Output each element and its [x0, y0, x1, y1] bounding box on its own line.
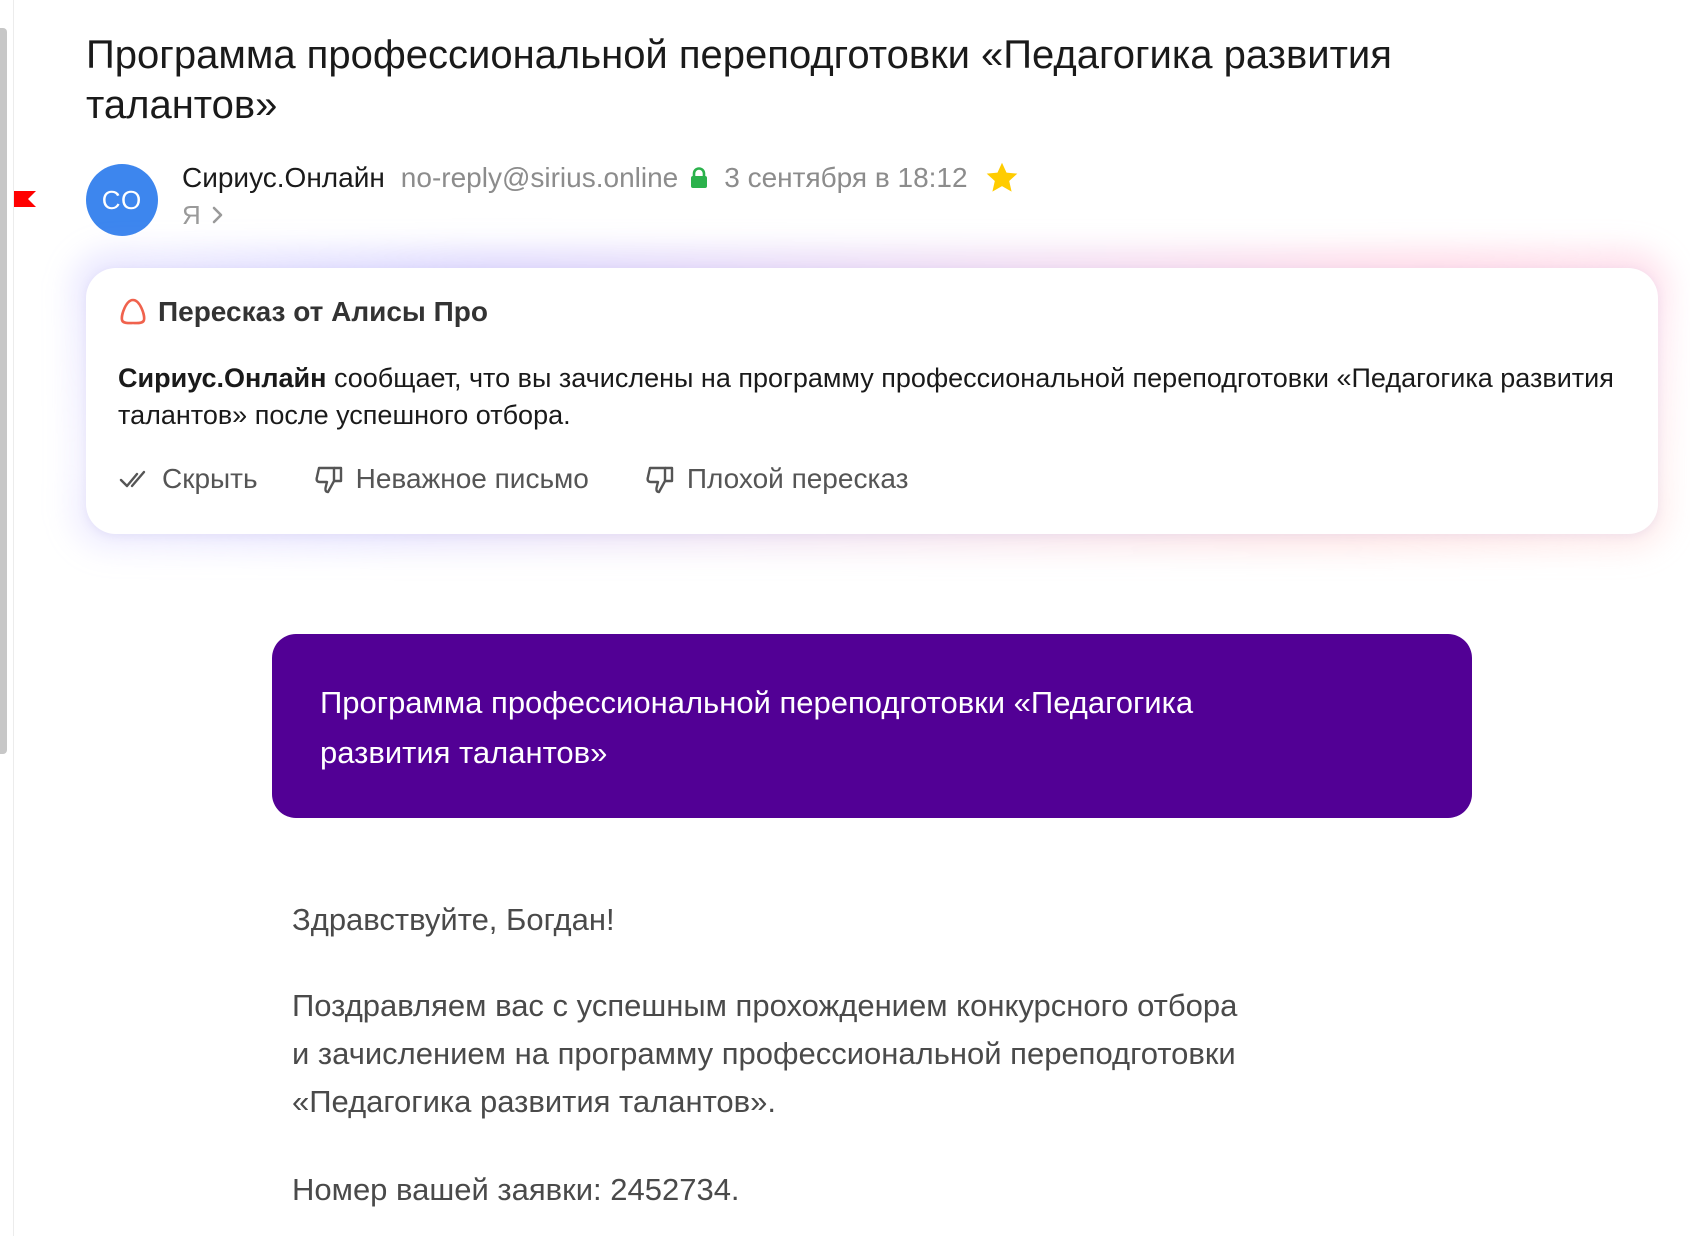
- summary-text: Сириус.Онлайн сообщает, что вы зачислены…: [118, 360, 1618, 434]
- banner-title: Программа профессиональной переподготовк…: [320, 685, 1194, 770]
- alice-icon: [120, 298, 146, 325]
- recipient[interactable]: Я: [182, 200, 201, 231]
- sender-email[interactable]: no-reply@sirius.online: [401, 162, 678, 194]
- congrats-paragraph: Поздравляем вас с успешным прохождением …: [292, 982, 1292, 1126]
- avatar[interactable]: СО: [86, 164, 158, 236]
- lock-icon: [691, 167, 708, 188]
- alice-summary-card: Пересказ от Алисы Про Сириус.Онлайн сооб…: [86, 268, 1658, 534]
- summary-header: Пересказ от Алисы Про: [118, 296, 488, 328]
- summary-title: Пересказ от Алисы Про: [158, 296, 488, 327]
- application-number: Номер вашей заявки: 2452734.: [292, 1172, 740, 1207]
- bad-summary-button[interactable]: Плохой пересказ: [643, 462, 909, 496]
- email-subject: Программа профессиональной переподготовк…: [86, 33, 1392, 127]
- email-view: Программа профессиональной переподготовк…: [0, 0, 1690, 1236]
- email-banner: Программа профессиональной переподготовк…: [272, 634, 1472, 818]
- unimportant-email-button[interactable]: Неважное письмо: [312, 462, 589, 496]
- bad-summary-label: Плохой пересказ: [686, 463, 909, 494]
- email-date: 3 сентября в 18:12: [724, 162, 968, 193]
- chevron-right-icon[interactable]: [211, 206, 225, 224]
- flag-icon[interactable]: [14, 188, 38, 212]
- thumbs-down-icon: [315, 466, 342, 494]
- thumbs-down-icon: [646, 466, 674, 494]
- recipient-line[interactable]: Я: [182, 198, 225, 232]
- star-icon[interactable]: [984, 160, 1020, 196]
- scrollbar[interactable]: [0, 28, 7, 754]
- unimportant-email-label: Неважное письмо: [355, 463, 589, 494]
- summary-actions: Скрыть Неважное письмо Плохой пересказ: [118, 462, 962, 496]
- sender-name[interactable]: Сириус.Онлайн: [182, 162, 385, 194]
- hide-summary-button[interactable]: Скрыть: [118, 462, 258, 496]
- paragraph-line: Поздравляем вас с успешным прохождением …: [292, 988, 1238, 1023]
- sender-line: Сириус.Онлайн no-reply@sirius.online 3 с…: [182, 158, 1020, 198]
- summary-sender: Сириус.Онлайн: [118, 363, 327, 393]
- hide-summary-label: Скрыть: [162, 463, 258, 494]
- greeting: Здравствуйте, Богдан!: [292, 902, 615, 937]
- paragraph-line: «Педагогика развития талантов».: [292, 1084, 776, 1119]
- double-check-icon: [119, 470, 146, 488]
- summary-body: сообщает, что вы зачислены на программу …: [118, 363, 1614, 430]
- paragraph-line: и зачислением на программу профессиональ…: [292, 1036, 1236, 1071]
- left-divider: [13, 0, 14, 1236]
